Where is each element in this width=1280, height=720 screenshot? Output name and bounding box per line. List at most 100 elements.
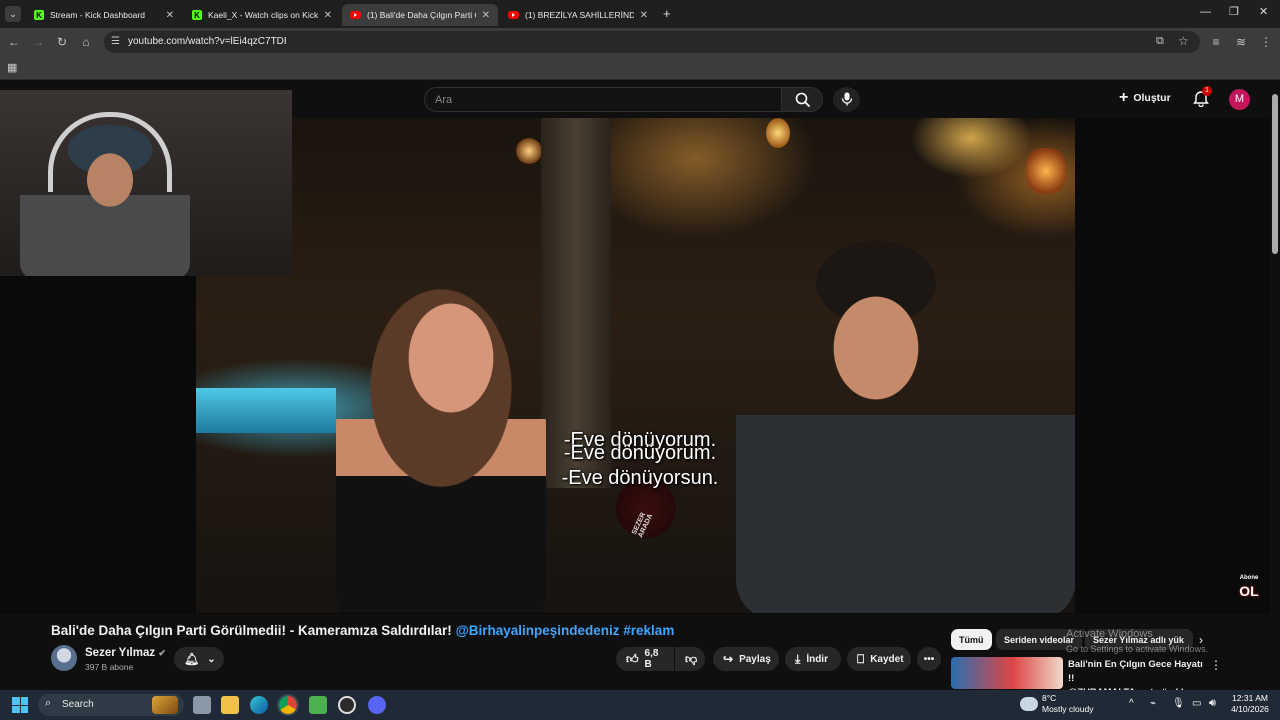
- back-button[interactable]: ←: [6, 34, 22, 50]
- channel-name[interactable]: Sezer Yılmaz ✔: [85, 647, 166, 659]
- video-player[interactable]: SEZER ARADA: [196, 118, 1075, 613]
- file-explorer-icon[interactable]: [221, 696, 239, 714]
- task-view-icon[interactable]: [193, 696, 211, 714]
- chrome-icon[interactable]: [279, 696, 297, 714]
- share-button[interactable]: ↪ Paylaş: [713, 647, 779, 671]
- notifications-button[interactable]: 1: [1193, 86, 1212, 108]
- share-label: Paylaş: [739, 653, 771, 665]
- apps-grid-icon[interactable]: ▦: [7, 61, 17, 74]
- video-title-tags[interactable]: @Birhayalinpeşindedeniz #reklam: [456, 623, 675, 638]
- taskbar-clock[interactable]: 12:31 AM 4/10/2026: [1228, 693, 1272, 715]
- weather-widget[interactable]: 8°C Mostly cloudy: [1042, 693, 1094, 715]
- save-button[interactable]: ⎕ Kaydet: [847, 647, 911, 671]
- home-button[interactable]: ⌂: [78, 34, 94, 50]
- recommended-video-thumbnail[interactable]: [951, 657, 1063, 689]
- plus-icon: +: [1119, 89, 1129, 106]
- download-button[interactable]: ⤓ İndir: [785, 647, 841, 671]
- app-green-icon[interactable]: [309, 696, 327, 714]
- reload-button[interactable]: ↻: [54, 34, 70, 50]
- channel-avatar[interactable]: [51, 645, 77, 671]
- voice-search-button[interactable]: [833, 87, 860, 112]
- lantern-light: [516, 138, 542, 164]
- youtube-icon: [508, 11, 519, 19]
- search-button[interactable]: [781, 87, 823, 112]
- dislike-button[interactable]: 👎︎: [675, 647, 705, 671]
- close-window-button[interactable]: ✕: [1259, 5, 1268, 18]
- create-button[interactable]: + Oluştur: [1119, 90, 1171, 106]
- tab-title: Kaeli_X - Watch clips on Kick: [208, 10, 318, 20]
- subscriber-count: 397 B abone: [85, 662, 134, 672]
- create-label: Oluştur: [1133, 92, 1171, 104]
- thumbs-down-icon: 👎︎: [685, 651, 698, 666]
- tab-title: Stream - Kick Dashboard: [50, 10, 145, 20]
- tab-kick-dashboard[interactable]: K Stream - Kick Dashboard ✕: [26, 4, 182, 26]
- customize-icon[interactable]: ≋: [1233, 34, 1249, 50]
- watermark-line1: Activate Windows: [1066, 628, 1153, 640]
- lantern-light: [766, 118, 790, 148]
- notification-bell-button[interactable]: 🔔︎ ⌄: [174, 647, 224, 671]
- close-tab-icon[interactable]: ✕: [166, 10, 174, 21]
- more-actions-button[interactable]: •••: [917, 647, 941, 671]
- address-bar[interactable]: ☰ youtube.com/watch?v=lEi4qzC7TDI ⧉ ☆: [104, 31, 1200, 53]
- tray-display-icon[interactable]: ▭: [1192, 698, 1201, 709]
- weather-temp: 8°C: [1042, 693, 1057, 703]
- account-avatar[interactable]: M: [1229, 89, 1250, 110]
- windows-start-icon[interactable]: [12, 697, 28, 713]
- tab-search-button[interactable]: ⌄: [5, 6, 21, 22]
- tray-chevron-up-icon[interactable]: ^: [1129, 698, 1134, 709]
- rec-title-line1: Bali'nin En Çılgın Gece Hayatı !!: [1068, 659, 1203, 684]
- close-tab-icon[interactable]: ✕: [482, 10, 490, 21]
- chevron-down-icon: ⌄: [207, 653, 216, 665]
- search-input[interactable]: [425, 88, 781, 111]
- scrollbar-thumb[interactable]: [1272, 94, 1278, 254]
- new-tab-button[interactable]: +: [663, 6, 671, 21]
- verified-icon: ✔: [158, 648, 166, 658]
- search-icon: [795, 92, 811, 108]
- url-text: youtube.com/watch?v=lEi4qzC7TDI: [128, 36, 287, 47]
- bookmark-star-icon[interactable]: ☆: [1178, 34, 1189, 48]
- pool: [196, 388, 336, 433]
- subscribe-overlay-badge[interactable]: Abone OL: [1237, 573, 1261, 599]
- tab-youtube-bali[interactable]: (1) Bali'de Daha Çılgın Parti Gö ✕: [342, 4, 498, 26]
- tray-network-icon[interactable]: ⌁: [1150, 698, 1156, 709]
- weather-icon: [1020, 697, 1038, 711]
- taskbar-search-label: Search: [62, 699, 94, 710]
- rec-more-icon[interactable]: ⋮: [1210, 658, 1222, 672]
- taskbar-search[interactable]: ⌕ Search: [38, 694, 184, 716]
- more-horizontal-icon: •••: [923, 653, 935, 665]
- search-icon: ⌕: [45, 697, 52, 709]
- install-app-icon[interactable]: ⧉: [1156, 35, 1164, 48]
- site-info-icon[interactable]: ☰: [111, 36, 120, 47]
- discord-icon[interactable]: [368, 696, 386, 714]
- watermark-line2: Go to Settings to activate Windows.: [1066, 644, 1209, 654]
- weather-desc: Mostly cloudy: [1042, 704, 1094, 714]
- search-box[interactable]: [424, 87, 782, 112]
- share-icon: ↪: [723, 652, 734, 666]
- windows-activation-watermark: Activate Windows Go to Settings to activ…: [1066, 627, 1208, 657]
- obs-icon[interactable]: [338, 696, 356, 714]
- chip-all[interactable]: Tümü: [951, 629, 992, 650]
- tab-kick-clips[interactable]: K Kaeli_X - Watch clips on Kick ✕: [184, 4, 340, 26]
- subscribe-overlay-bottom: OL: [1239, 583, 1259, 599]
- clock-date: 4/10/2026: [1231, 704, 1269, 714]
- browser-tab-strip: ⌄ K Stream - Kick Dashboard ✕ K Kaeli_X …: [0, 0, 1280, 28]
- edge-icon[interactable]: [250, 696, 268, 714]
- tray-volume-icon[interactable]: 🔊︎: [1209, 697, 1216, 710]
- reading-list-icon[interactable]: ≡: [1208, 34, 1224, 50]
- minimize-button[interactable]: —: [1200, 6, 1211, 18]
- like-count: 6,8 B: [644, 648, 659, 670]
- windows-taskbar: ⌕ Search 8°C Mostly cloudy ^ ⌁ 🎙︎ ▭ 🔊︎ 1…: [0, 690, 1280, 720]
- download-label: İndir: [806, 653, 828, 665]
- like-button[interactable]: 👍︎ 6,8 B: [616, 647, 674, 671]
- bookmark-icon: ⎕: [857, 651, 865, 666]
- tray-mic-icon[interactable]: 🎙︎: [1172, 698, 1185, 709]
- close-tab-icon[interactable]: ✕: [324, 10, 332, 21]
- forward-button[interactable]: →: [30, 34, 46, 50]
- close-tab-icon[interactable]: ✕: [640, 10, 648, 21]
- search-highlight-icon: [152, 696, 178, 714]
- page-scrollbar[interactable]: [1270, 80, 1280, 690]
- tab-youtube-brezilya[interactable]: (1) BREZİLYA SAHİLLERİNDE SI ✕: [500, 4, 656, 26]
- clock-time: 12:31 AM: [1232, 693, 1268, 703]
- menu-kebab-icon[interactable]: ⋮: [1258, 34, 1274, 50]
- restore-button[interactable]: ❐: [1229, 5, 1239, 18]
